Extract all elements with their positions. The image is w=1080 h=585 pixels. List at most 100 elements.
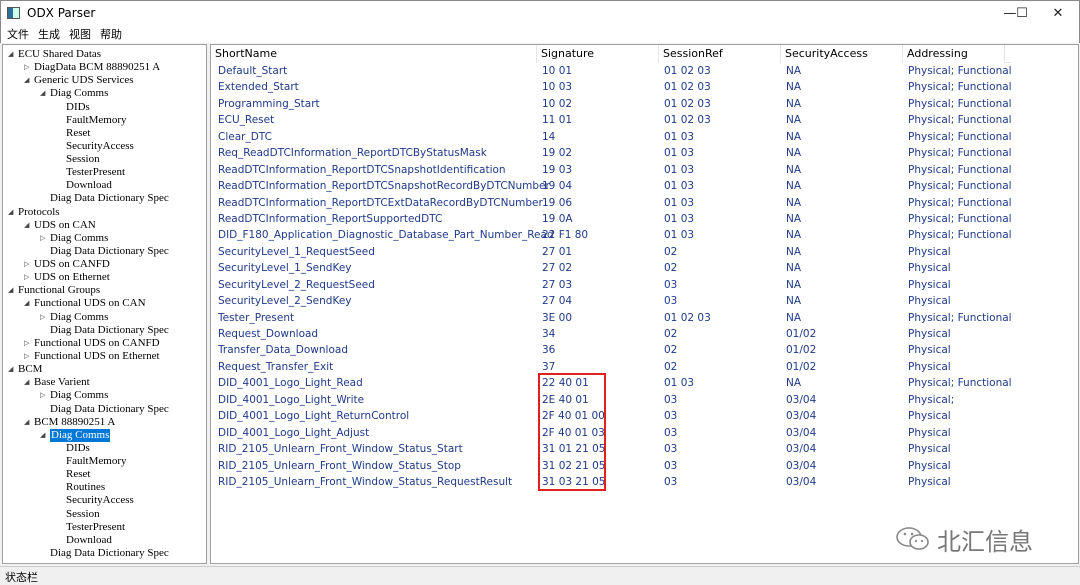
collapsed-arrow-icon[interactable]: ▷	[40, 232, 45, 245]
tree-item[interactable]: TesterPresent	[3, 521, 203, 534]
tree-item[interactable]: Routines	[3, 481, 203, 494]
table-row[interactable]: RID_2105_Unlearn_Front_Window_Status_Sto…	[211, 459, 1071, 475]
expanded-arrow-icon[interactable]: ◢	[24, 376, 29, 389]
tree-item[interactable]: ◢ ECU Shared Datas	[3, 48, 203, 61]
menu-help[interactable]: 帮助	[100, 26, 122, 42]
tree-item[interactable]: ◢ Diag Comms	[3, 428, 203, 442]
menu-file[interactable]: 文件	[7, 26, 29, 42]
collapsed-arrow-icon[interactable]: ▷	[24, 271, 29, 284]
table-row[interactable]: ReadDTCInformation_ReportDTCSnapshotReco…	[211, 179, 1071, 195]
tree-item[interactable]: ▷ Diag Comms	[3, 389, 203, 402]
table-row[interactable]: Clear_DTC 14 01 03 NA Physical; Functional	[211, 130, 1071, 146]
table-row[interactable]: SecurityLevel_2_SendKey 27 04 03 NA Physical	[211, 294, 1071, 310]
tree-item[interactable]: FaultMemory	[3, 455, 203, 468]
table-row[interactable]: Default_Start 10 01 01 02 03 NA Physical; Fu…	[211, 64, 1071, 80]
menu-generate[interactable]: 生成	[38, 26, 60, 42]
table-row[interactable]: Request_Transfer_Exit 37 02 01/02 Physical	[211, 360, 1071, 376]
tree-item[interactable]: ◢ Protocols	[3, 206, 203, 219]
column-header[interactable]: SecurityAccess	[781, 45, 903, 63]
collapsed-arrow-icon[interactable]: ▷	[40, 389, 45, 402]
table-row[interactable]: RID_2105_Unlearn_Front_Window_Status_Req…	[211, 475, 1071, 491]
collapsed-arrow-icon[interactable]: ▷	[24, 61, 29, 74]
table-row[interactable]: ReadDTCInformation_ReportSupportedDTC 19 …	[211, 212, 1071, 228]
column-header[interactable]: Signature	[537, 45, 659, 63]
tree-item-label: ECU Shared Datas	[18, 48, 102, 60]
table-row[interactable]: DID_4001_Logo_Light_Adjust 2F 40 01 03 03 0…	[211, 426, 1071, 442]
tree-item[interactable]: Reset	[3, 127, 203, 140]
cell-securityaccess: NA	[786, 311, 802, 324]
tree-item[interactable]: ◢ BCM	[3, 363, 203, 376]
table-row[interactable]: ReadDTCInformation_ReportDTCExtDataRecor…	[211, 196, 1071, 212]
close-button[interactable]: ✕	[1035, 1, 1080, 26]
tree-item[interactable]: ▷ UDS on CANFD	[3, 258, 203, 271]
tree-item-label: Diag Comms	[50, 310, 109, 323]
tree-item[interactable]: ◢ UDS on CAN	[3, 219, 203, 232]
table-row[interactable]: Transfer_Data_Download 36 02 01/02 Physical	[211, 343, 1071, 359]
tree-item[interactable]: ▷ DiagData BCM 88890251 A	[3, 61, 203, 74]
tree-item[interactable]: SecurityAccess	[3, 140, 203, 153]
table-row[interactable]: ReadDTCInformation_ReportDTCSnapshotIden…	[211, 163, 1071, 179]
collapsed-arrow-icon[interactable]: ▷	[40, 311, 45, 324]
collapsed-arrow-icon[interactable]: ▷	[24, 350, 29, 363]
tree-item[interactable]: TesterPresent	[3, 166, 203, 179]
tree-view[interactable]: ◢ ECU Shared Datas ▷ DiagData BCM 88890251 …	[2, 44, 207, 564]
tree-item[interactable]: DIDs	[3, 442, 203, 455]
table-row[interactable]: SecurityLevel_2_RequestSeed 27 03 03 NA Phys…	[211, 278, 1071, 294]
services-table[interactable]: ShortName Signature SessionRef SecurityAcce…	[210, 44, 1079, 564]
tree-item[interactable]: Reset	[3, 468, 203, 481]
menu-view[interactable]: 视图	[69, 26, 91, 42]
expanded-arrow-icon[interactable]: ◢	[24, 416, 29, 429]
tree-item[interactable]: FaultMemory	[3, 114, 203, 127]
table-row[interactable]: Request_Download 34 02 01/02 Physical	[211, 327, 1071, 343]
tree-item[interactable]: ◢ Functional UDS on CAN	[3, 297, 203, 310]
expanded-arrow-icon[interactable]: ◢	[40, 429, 45, 442]
column-header[interactable]: ShortName	[211, 45, 537, 63]
expanded-arrow-icon[interactable]: ◢	[8, 363, 13, 376]
tree-item[interactable]: ▷ Diag Comms	[3, 232, 203, 245]
tree-item[interactable]: Download	[3, 534, 203, 547]
table-row[interactable]: DID_4001_Logo_Light_Read 22 40 01 01 03 NA P…	[211, 376, 1071, 392]
expanded-arrow-icon[interactable]: ◢	[8, 48, 13, 61]
expanded-arrow-icon[interactable]: ◢	[8, 206, 13, 219]
collapsed-arrow-icon[interactable]: ▷	[24, 258, 29, 271]
tree-item[interactable]: ▷ Functional UDS on CANFD	[3, 337, 203, 350]
expanded-arrow-icon[interactable]: ◢	[8, 284, 13, 297]
collapsed-arrow-icon[interactable]: ▷	[24, 337, 29, 350]
tree-item[interactable]: ◢ Diag Comms	[3, 87, 203, 100]
table-row[interactable]: Extended_Start 10 03 01 02 03 NA Physical; F…	[211, 80, 1071, 96]
table-row[interactable]: Tester_Present 3E 00 01 02 03 NA Physical; F…	[211, 311, 1071, 327]
table-row[interactable]: DID_4001_Logo_Light_Write 2E 40 01 03 03/04…	[211, 393, 1071, 409]
tree-item[interactable]: Diag Data Dictionary Spec	[3, 324, 203, 337]
tree-item[interactable]: ◢ Functional Groups	[3, 284, 203, 297]
table-row[interactable]: ECU_Reset 11 01 01 02 03 NA Physical; Functi…	[211, 113, 1071, 129]
table-row[interactable]: RID_2105_Unlearn_Front_Window_Status_Sta…	[211, 442, 1071, 458]
tree-item[interactable]: DIDs	[3, 101, 203, 114]
table-row[interactable]: DID_F180_Application_Diagnostic_Database…	[211, 228, 1071, 244]
tree-item[interactable]: Download	[3, 179, 203, 192]
tree-item[interactable]: ▷ Diag Comms	[3, 311, 203, 324]
tree-item[interactable]: ◢ Generic UDS Services	[3, 74, 203, 87]
expanded-arrow-icon[interactable]: ◢	[24, 297, 29, 310]
tree-item[interactable]: Diag Data Dictionary Spec	[3, 547, 203, 560]
tree-item[interactable]: Diag Data Dictionary Spec	[3, 192, 203, 205]
tree-item[interactable]: Diag Data Dictionary Spec	[3, 403, 203, 416]
tree-item[interactable]: Session	[3, 153, 203, 166]
expanded-arrow-icon[interactable]: ◢	[40, 87, 45, 100]
cell-sessionref: 03	[664, 476, 678, 488]
tree-item[interactable]: ◢ BCM 88890251 A	[3, 416, 203, 429]
tree-item[interactable]: ▷ Functional UDS on Ethernet	[3, 350, 203, 363]
table-row[interactable]: SecurityLevel_1_RequestSeed 27 01 02 NA Phys…	[211, 245, 1071, 261]
tree-item[interactable]: Session	[3, 508, 203, 521]
expanded-arrow-icon[interactable]: ◢	[24, 219, 29, 232]
tree-item[interactable]: ▷ UDS on Ethernet	[3, 271, 203, 284]
expanded-arrow-icon[interactable]: ◢	[24, 74, 29, 87]
tree-item[interactable]: SecurityAccess	[3, 494, 203, 507]
table-row[interactable]: DID_4001_Logo_Light_ReturnControl 2F 40 0…	[211, 409, 1071, 425]
tree-item[interactable]: Diag Data Dictionary Spec	[3, 245, 203, 258]
column-header[interactable]: Addressing	[903, 45, 1005, 63]
table-row[interactable]: Req_ReadDTCInformation_ReportDTCByStatus…	[211, 146, 1071, 162]
column-header[interactable]: SessionRef	[659, 45, 781, 63]
tree-item[interactable]: ◢ Base Varient	[3, 376, 203, 389]
table-row[interactable]: Programming_Start 10 02 01 02 03 NA Physical…	[211, 97, 1071, 113]
table-row[interactable]: SecurityLevel_1_SendKey 27 02 02 NA Physical	[211, 261, 1071, 277]
